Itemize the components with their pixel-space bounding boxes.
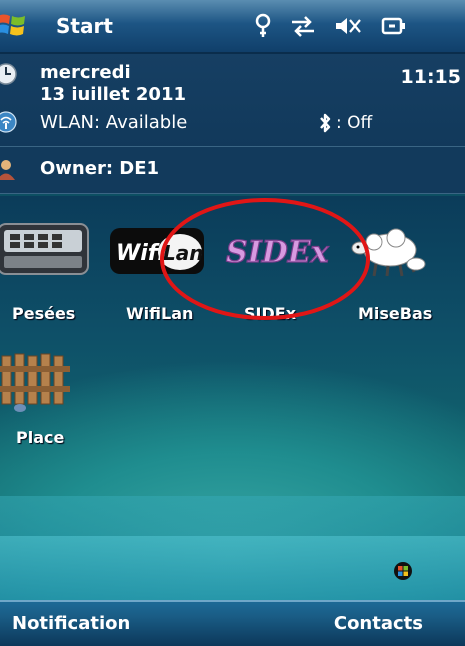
clock-icon (0, 63, 17, 85)
system-tray (254, 12, 408, 40)
today-panel: mercredi 13 juillet 2011 11:15 WLAN: Ava… (0, 54, 465, 194)
app-label: MiseBas (358, 304, 433, 323)
battery-plug-icon[interactable] (380, 14, 408, 38)
app-label: WifiLan (126, 304, 194, 323)
fence-icon (0, 353, 70, 412)
speaker-mute-icon[interactable] (334, 14, 362, 38)
windows-logo-icon[interactable] (394, 562, 412, 580)
today-background: Pesées Wifi Lan WifiLan SIDEx SIDEx Mise… (0, 196, 465, 600)
date-full: 13 juillet 2011 (40, 84, 186, 100)
connectivity-icon[interactable] (254, 13, 272, 39)
scale-device-icon (0, 223, 89, 275)
bluetooth-status: : Off (318, 112, 372, 134)
wlan-status: WLAN: Available (40, 112, 188, 133)
start-flag-icon[interactable] (0, 8, 28, 42)
owner-name: Owner: DE1 (40, 158, 160, 179)
wireless-row[interactable]: WLAN: Available : Off (0, 100, 465, 144)
app-label: Pesées (12, 304, 76, 323)
date-day: mercredi (40, 62, 131, 83)
app-label: Place (16, 428, 65, 447)
clock-time[interactable]: 11:15 (401, 66, 461, 88)
pocketpc-screen: Start mercredi 13 juillet 2011 11:15 WLA… (0, 0, 465, 646)
owner-icon (0, 160, 15, 180)
annotation-circle (160, 198, 370, 320)
owner-row[interactable]: Owner: DE1 (0, 146, 465, 194)
softkey-bar: Notification Contacts (0, 600, 465, 646)
title-start[interactable]: Start (56, 14, 113, 38)
bluetooth-icon (320, 113, 331, 133)
title-bar: Start (0, 0, 465, 54)
data-sync-icon[interactable] (290, 14, 316, 38)
app-place[interactable]: Place (0, 346, 90, 456)
wireless-icon (0, 111, 17, 133)
calendar-row[interactable]: mercredi 13 juillet 2011 11:15 (0, 54, 465, 100)
bluetooth-label: : Off (336, 113, 373, 133)
app-pesees[interactable]: Pesées (0, 218, 98, 328)
softkey-contacts[interactable]: Contacts (334, 613, 423, 634)
softkey-notification[interactable]: Notification (12, 613, 130, 634)
